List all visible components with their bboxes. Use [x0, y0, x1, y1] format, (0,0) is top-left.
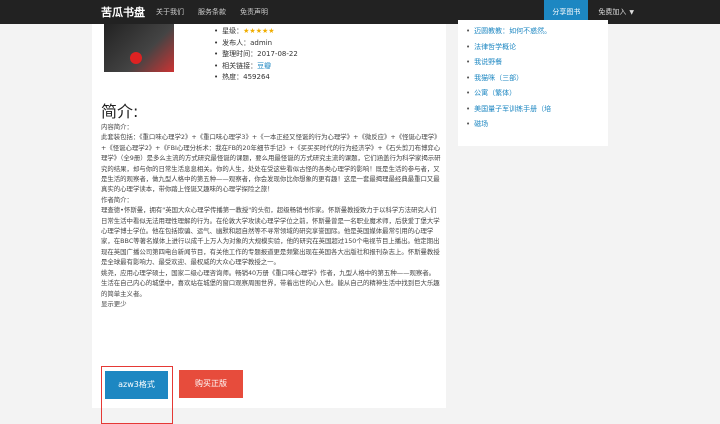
- meta-rating-label: 星级：: [222, 27, 244, 35]
- list-item-label: 迈圆教教：如何不惑然。: [474, 27, 552, 35]
- book-detail-panel: • 星级：★★★★★ • 发布人：admin • 整理时间：2017-08-22 • 相…: [92, 24, 446, 424]
- list-item[interactable]: • 我说野餐: [466, 55, 551, 71]
- author-bio-wiseman: 理查德•怀斯曼，拥有"英国大众心理学传播第一教授"的头衔，超级畅销书作家。怀斯曼…: [101, 206, 440, 267]
- author-intro-heading: 作者简介：: [101, 195, 133, 204]
- list-item[interactable]: • 美国量子军训练手册（培: [466, 102, 551, 118]
- action-buttons: azw3格式 购买正版: [101, 366, 441, 424]
- list-item-label: 我猫咪（三部）: [474, 73, 524, 82]
- bullet-icon: •: [466, 27, 471, 35]
- meta-date-value: 2017-08-22: [257, 50, 298, 58]
- bullet-icon: •: [214, 27, 219, 35]
- list-item-label: 公寓（繁体）: [474, 89, 517, 97]
- list-item[interactable]: • 我猫咪（三部）: [466, 71, 551, 87]
- book-cover-image: [104, 24, 174, 72]
- brand-logo[interactable]: 苦瓜书盘: [101, 4, 145, 20]
- nav-link-about[interactable]: 关于我们: [156, 0, 184, 24]
- author-bio-yao: 姚尧，应用心理学硕士，国家二级心理咨询师。畅销40万册《重口味心理学》作者，九型…: [101, 268, 440, 298]
- share-book-label: 分享图书: [552, 8, 581, 16]
- nav-link-disclaimer[interactable]: 免责声明: [240, 0, 268, 24]
- star-rating: ★★★★★: [243, 27, 275, 35]
- top-navbar: 苦瓜书盘 关于我们 服务条款 免责声明 分享图书 免费加入 ▼: [0, 0, 720, 24]
- list-item[interactable]: • 法律哲学概论: [466, 40, 551, 56]
- intro-title: 简介:: [101, 102, 139, 121]
- bullet-icon: •: [466, 89, 471, 97]
- content-intro-text: 此套装包括：《重口味心理学2》+《重口味心理学3》+《一本正经又怪诞的行为心理学…: [101, 133, 441, 194]
- bullet-icon: •: [214, 50, 219, 58]
- list-item[interactable]: • 磁场: [466, 117, 551, 133]
- list-item[interactable]: • 迈圆教教：如何不惑然。: [466, 24, 551, 40]
- nav-link-terms[interactable]: 服务条款: [198, 0, 226, 24]
- meta-publisher-value: admin: [250, 38, 273, 47]
- content-intro-heading: 内容简介：: [101, 123, 133, 131]
- meta-heat-label: 热度：: [222, 73, 244, 81]
- bullet-icon: •: [466, 120, 471, 128]
- meta-rating: • 星级：★★★★★: [214, 26, 434, 38]
- list-item[interactable]: • 公寓（繁体）: [466, 86, 551, 102]
- meta-link-label: 相关链接：: [222, 61, 258, 70]
- azw3-download-highlight: azw3格式: [101, 366, 173, 424]
- book-meta: • 星级：★★★★★ • 发布人：admin • 整理时间：2017-08-22 • 相…: [214, 26, 434, 84]
- bullet-icon: •: [214, 38, 219, 47]
- douban-link[interactable]: 豆瓣: [257, 62, 271, 70]
- bullet-icon: •: [466, 42, 471, 51]
- bullet-icon: •: [214, 61, 219, 70]
- bullet-icon: •: [466, 104, 471, 113]
- chevron-down-icon: ▼: [629, 9, 634, 16]
- meta-heat-value: 459264: [243, 73, 270, 81]
- list-item-label: 美国量子军训练手册（培: [474, 104, 552, 113]
- bullet-icon: •: [466, 73, 471, 82]
- meta-link: • 相关链接：豆瓣: [214, 61, 434, 73]
- meta-heat: • 热度：459264: [214, 72, 434, 84]
- meta-publisher-label: 发布人：: [222, 38, 251, 47]
- meta-date: • 整理时间：2017-08-22: [214, 49, 434, 61]
- bullet-icon: •: [466, 58, 471, 66]
- related-books-list: • 迈圆教教：如何不惑然。 • 法律哲学概论 • 我说野餐 • 我猫咪（三部） • 公寓（…: [466, 24, 551, 133]
- meta-date-label: 整理时间：: [222, 50, 258, 58]
- related-books-sidebar: • 迈圆教教：如何不惑然。 • 法律哲学概论 • 我说野餐 • 我猫咪（三部） • 公寓（…: [458, 20, 608, 146]
- cover-decoration: [130, 52, 142, 64]
- list-item-label: 我说野餐: [474, 58, 503, 66]
- azw3-download-button[interactable]: azw3格式: [105, 371, 168, 399]
- list-item-label: 磁场: [474, 120, 489, 128]
- meta-publisher: • 发布人：admin: [214, 38, 434, 50]
- free-join-label: 免费加入: [598, 8, 627, 16]
- book-description: 内容简介： 此套装包括：《重口味心理学2》+《重口味心理学3》+《一本正经又怪诞…: [101, 122, 441, 309]
- list-item-label: 法律哲学概论: [474, 42, 517, 51]
- nav-links: 关于我们 服务条款 免责声明: [156, 0, 282, 24]
- buy-genuine-button[interactable]: 购买正版: [179, 370, 243, 398]
- show-less-link[interactable]: 显示更少: [101, 299, 441, 309]
- bullet-icon: •: [214, 73, 219, 81]
